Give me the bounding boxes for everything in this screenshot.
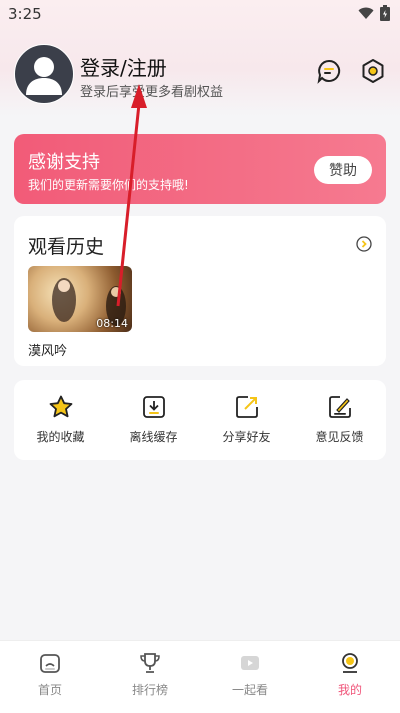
- favorites-label: 我的收藏: [36, 430, 85, 444]
- support-title: 感谢支持: [28, 152, 100, 173]
- tab-profile-label: 我的: [337, 683, 362, 697]
- message-button[interactable]: [316, 58, 342, 84]
- tab-ranking-label: 排行榜: [131, 683, 168, 697]
- history-item-title[interactable]: 漠风吟: [28, 340, 67, 359]
- tab-watch-together[interactable]: 一起看: [200, 651, 300, 707]
- feedback-button[interactable]: 意见反馈: [293, 394, 386, 450]
- watch-history-card: 观看历史 08:14 漠风吟: [14, 216, 386, 366]
- share-friends-button[interactable]: 分享好友: [200, 394, 293, 450]
- avatar[interactable]: [14, 44, 74, 104]
- tab-profile[interactable]: 我的: [300, 651, 400, 707]
- trophy-icon: [140, 653, 160, 673]
- watch-history-title: 观看历史: [28, 236, 105, 258]
- status-time: 3:25: [8, 5, 42, 23]
- history-duration: 08:14: [96, 317, 128, 330]
- message-icon: [317, 59, 341, 84]
- settings-icon: [362, 59, 384, 83]
- share-icon: [235, 396, 258, 418]
- offline-cache-button[interactable]: 离线缓存: [107, 394, 200, 450]
- battery-icon: [380, 5, 390, 21]
- tab-ranking[interactable]: 排行榜: [100, 651, 200, 707]
- status-icons: [358, 5, 390, 21]
- login-subtitle: 登录后享受更多看剧权益: [80, 85, 224, 100]
- status-bar: 3:25: [0, 0, 400, 28]
- login-register-title[interactable]: 登录/注册: [80, 52, 167, 81]
- star-icon: [49, 395, 72, 418]
- feedback-icon: [328, 396, 351, 418]
- share-friends-label: 分享好友: [222, 430, 271, 444]
- feedback-label: 意见反馈: [315, 430, 364, 444]
- donate-button[interactable]: 赞助: [314, 156, 372, 184]
- chevron-right-icon[interactable]: [356, 236, 372, 252]
- download-icon: [142, 396, 165, 418]
- support-banner[interactable]: 感谢支持 我们的更新需要你们的支持哦! 赞助: [14, 134, 386, 204]
- profile-icon: [342, 653, 358, 673]
- tools-card: 我的收藏 离线缓存 分享好友 意见反馈: [14, 380, 386, 460]
- tab-watch-together-label: 一起看: [231, 683, 268, 697]
- favorites-button[interactable]: 我的收藏: [14, 394, 107, 450]
- tab-home[interactable]: 首页: [0, 651, 100, 707]
- home-icon: [40, 654, 60, 673]
- history-thumbnail[interactable]: 08:14: [28, 266, 132, 332]
- wifi-icon: [358, 7, 374, 19]
- bottom-tab-bar: 首页 排行榜 一起看 我的: [0, 640, 400, 713]
- settings-button[interactable]: [360, 58, 386, 84]
- support-subtitle: 我们的更新需要你们的支持哦!: [28, 178, 189, 192]
- offline-cache-label: 离线缓存: [129, 430, 178, 444]
- tab-home-label: 首页: [37, 683, 62, 697]
- watch-together-icon: [241, 656, 259, 670]
- user-avatar-icon: [26, 57, 62, 95]
